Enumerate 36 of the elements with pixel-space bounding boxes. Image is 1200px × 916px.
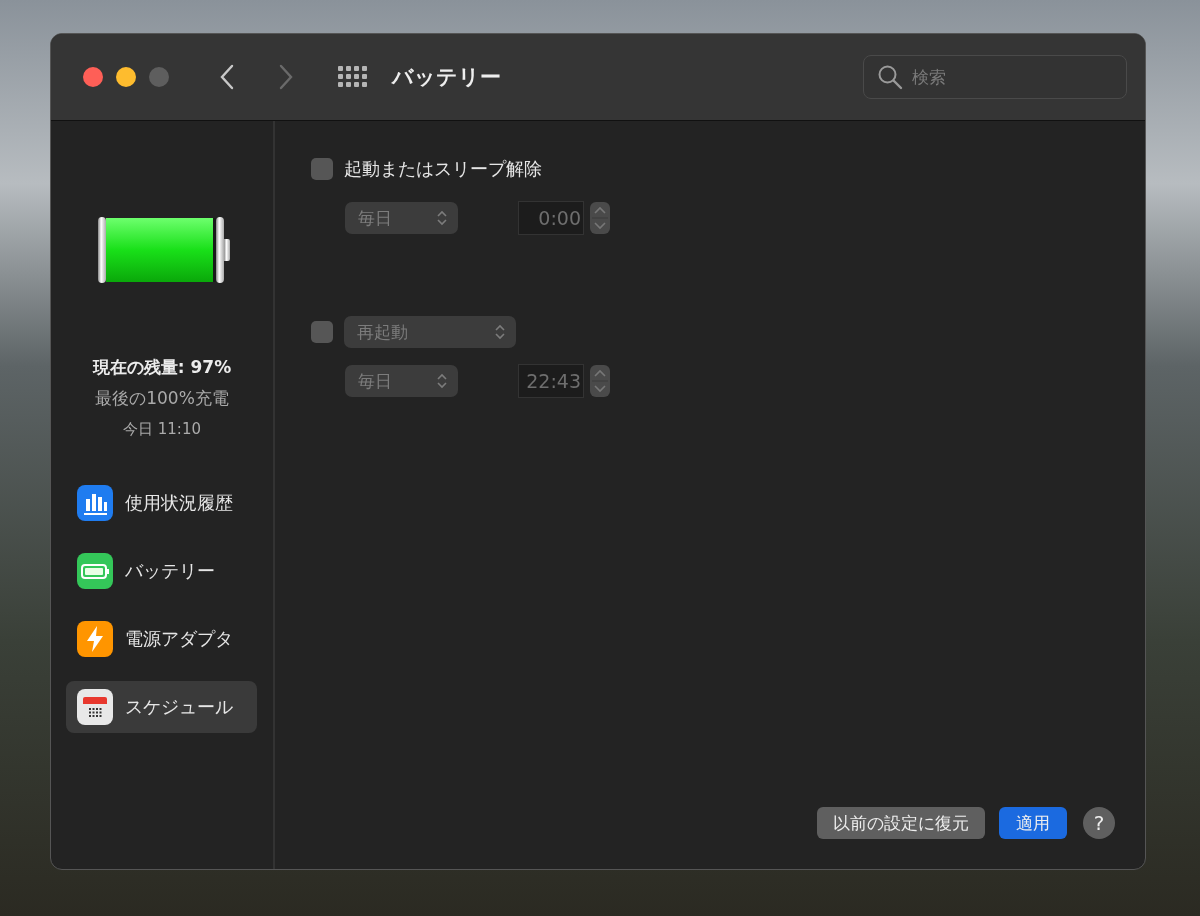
sidebar-item[interactable]: 電源アダプタ	[66, 613, 257, 665]
chevron-updown-icon	[436, 371, 448, 391]
checkbox-label: 起動またはスリープ解除	[344, 157, 542, 181]
back-icon[interactable]	[219, 64, 235, 90]
battery-icon	[77, 553, 113, 589]
search-icon	[877, 64, 903, 90]
bar-chart-icon	[77, 485, 113, 521]
minimize-button[interactable]	[116, 67, 136, 87]
window-title: バッテリー	[392, 64, 501, 91]
sidebar-item[interactable]: 使用状況履歴	[66, 477, 257, 529]
checkbox[interactable]	[311, 158, 333, 180]
checkbox[interactable]	[311, 321, 333, 343]
time-field[interactable]: 22:43	[518, 364, 584, 398]
battery-end-cap	[98, 217, 106, 283]
chevron-updown-icon	[436, 208, 448, 228]
charge-level: 現在の残量: 97%	[92, 356, 232, 379]
time-field[interactable]: 0:00	[518, 201, 584, 235]
help-button[interactable]: ?	[1083, 807, 1115, 839]
grid-icon[interactable]	[338, 66, 368, 88]
stepper-icon[interactable]	[590, 202, 610, 234]
last-full-charge-time: 今日 11:10	[123, 420, 201, 439]
chevron-updown-icon	[494, 322, 506, 342]
search-field[interactable]: 検索	[863, 55, 1127, 99]
apply-button[interactable]: 適用	[999, 807, 1067, 839]
revert-button[interactable]: 以前の設定に復元	[817, 807, 985, 839]
forward-icon[interactable]	[278, 64, 294, 90]
calendar-icon	[77, 689, 113, 725]
close-button[interactable]	[83, 67, 103, 87]
sidebar-item[interactable]: スケジュール	[66, 681, 257, 733]
last-full-charge: 最後の100%充電	[95, 387, 229, 410]
battery-end-cap	[216, 217, 224, 283]
stepper-icon[interactable]	[590, 365, 610, 397]
zoom-button[interactable]	[149, 67, 169, 87]
sidebar-item[interactable]: バッテリー	[66, 545, 257, 597]
battery-terminal	[224, 239, 230, 261]
lightning-icon	[77, 621, 113, 657]
